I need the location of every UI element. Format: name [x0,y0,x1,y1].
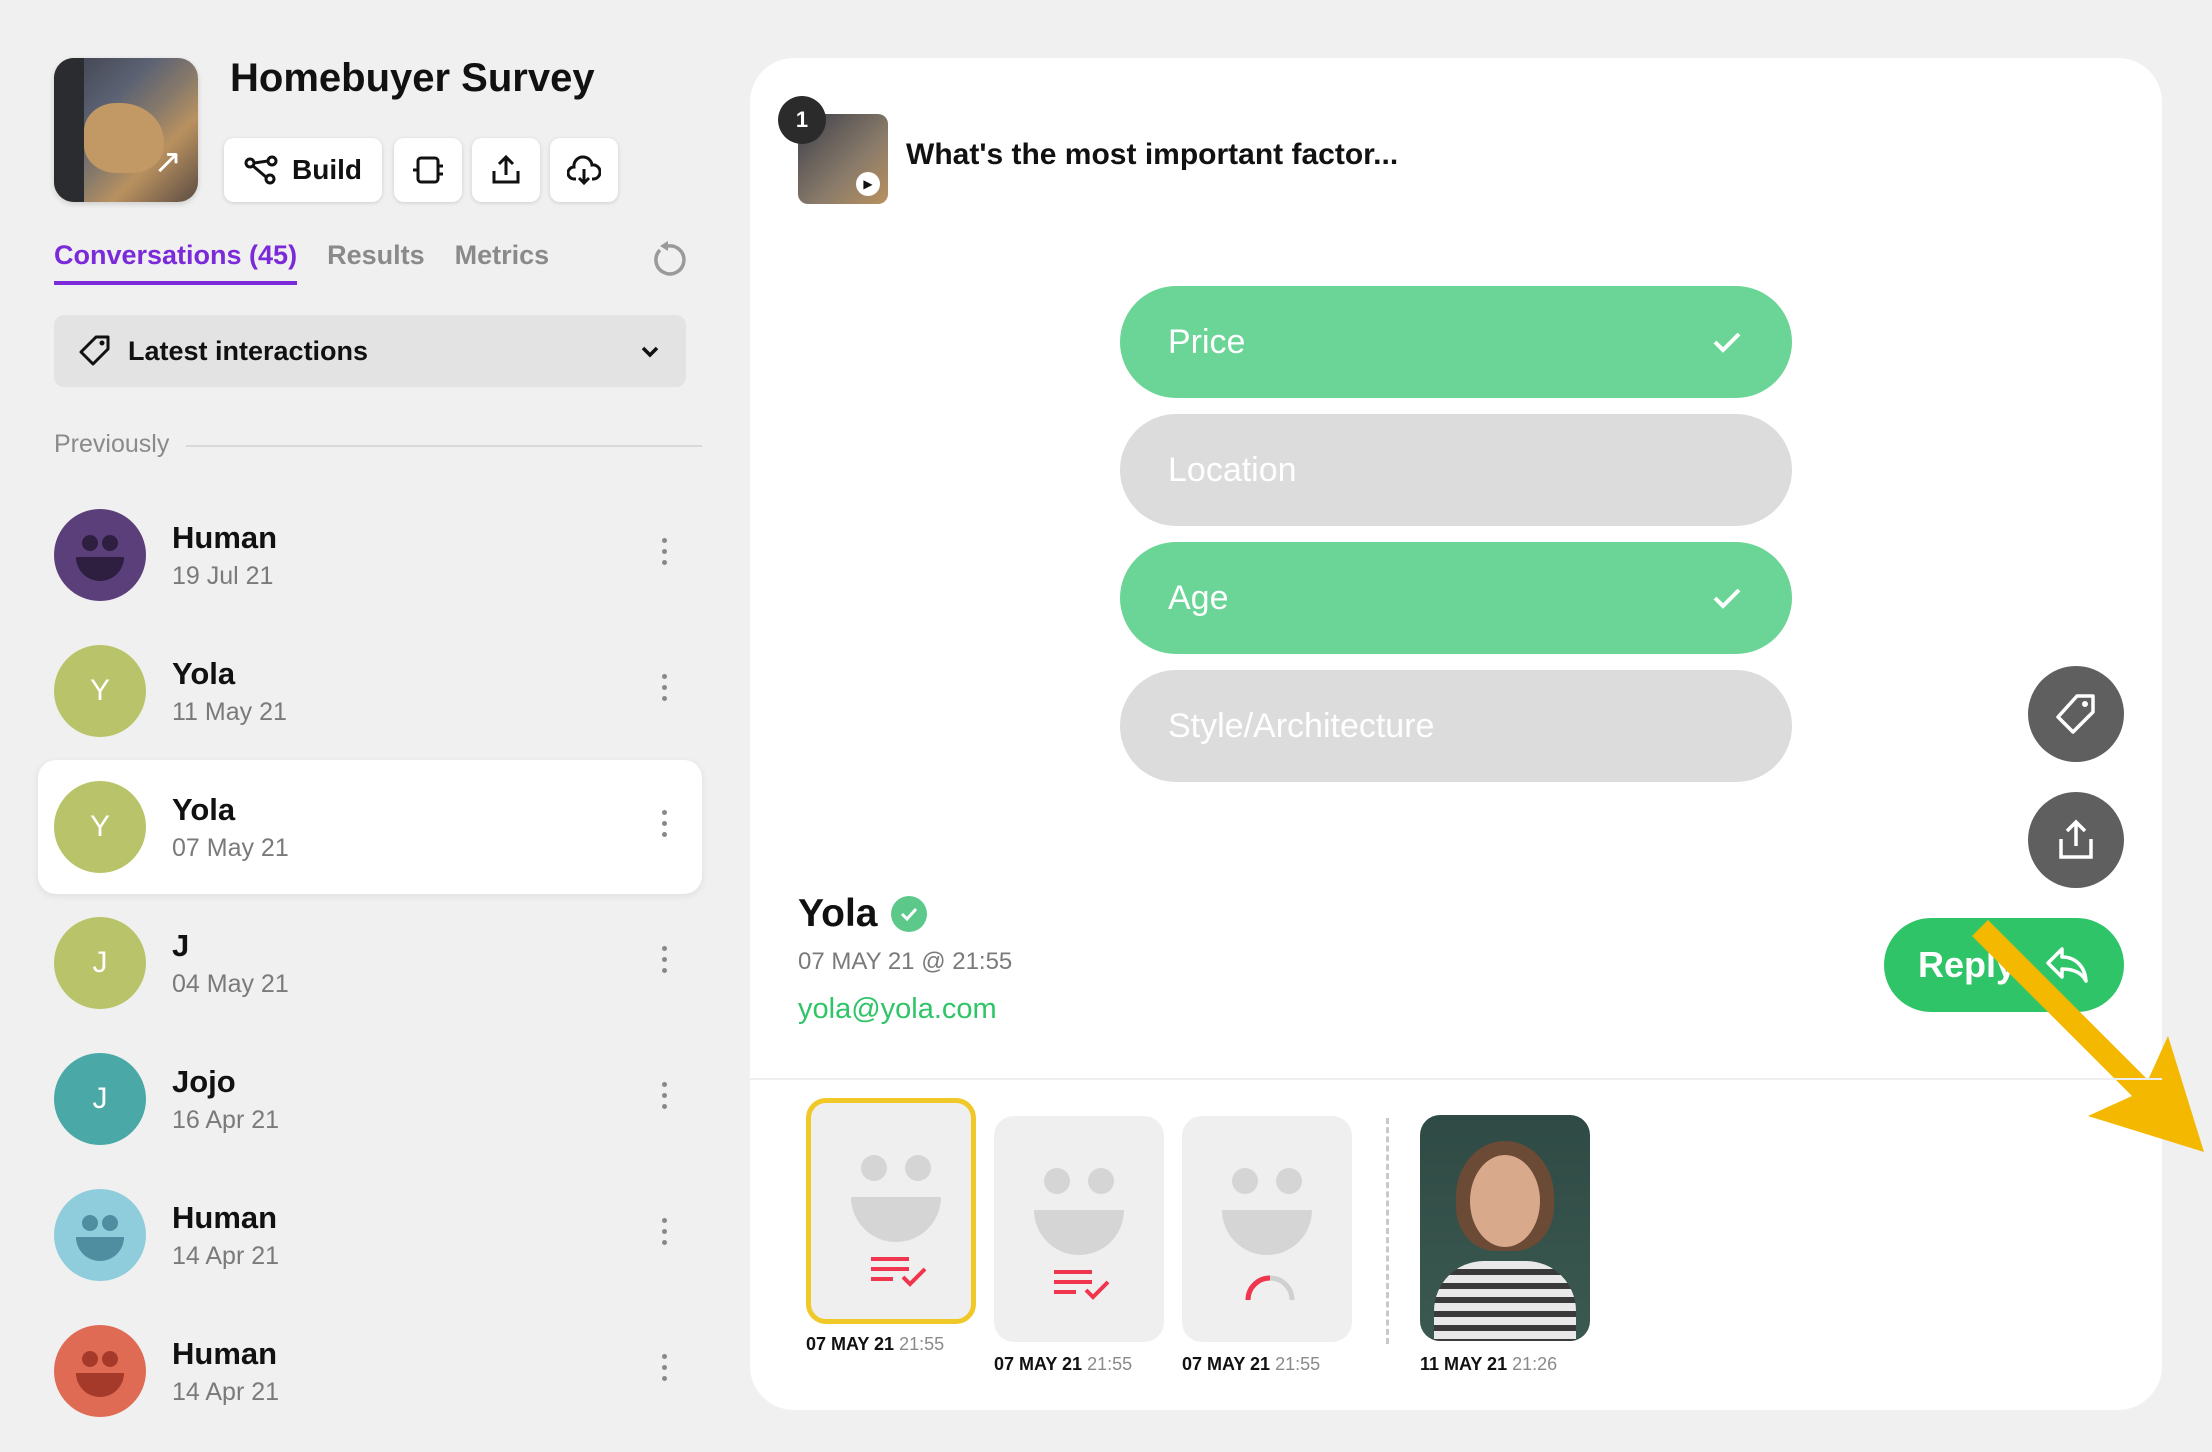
more-options-icon[interactable] [662,538,668,571]
tab-bar: Conversations (45) Results Metrics [54,240,549,285]
survey-title: Homebuyer Survey [230,56,595,100]
conversation-name: Human [172,519,278,555]
more-options-icon[interactable] [662,810,668,843]
conversation-item[interactable]: Human 14 Apr 21 [38,1304,702,1438]
response-tile-selected[interactable] [806,1098,976,1324]
tile-timestamp: 11 MAY 21 21:26 [1420,1354,1558,1374]
text-check-icon [871,1257,927,1287]
annotation-arrow-icon [1972,920,2204,1152]
conversation-name: J [172,927,190,963]
more-options-icon[interactable] [662,946,668,979]
respondent-datetime: 07 MAY 21 @ 21:55 [798,948,1013,975]
upload-icon [492,154,520,184]
timeline-separator [1386,1118,1389,1344]
respondent-email[interactable]: yola@yola.com [798,993,997,1026]
conversation-date: 14 Apr 21 [172,1241,280,1270]
check-icon [1713,588,1741,609]
tag-icon [2056,694,2095,734]
option-age: Age [1120,542,1792,654]
conversation-item[interactable]: J J 04 May 21 [38,896,702,1030]
tab-results[interactable]: Results [327,240,425,285]
conversation-item[interactable]: Y Yola 11 May 21 [38,624,702,758]
play-icon: ▶ [856,172,880,196]
response-tile[interactable] [1182,1116,1352,1342]
conversation-date: 04 May 21 [172,969,289,998]
conversation-item[interactable]: Human 19 Jul 21 [38,488,702,622]
avatar: Y [54,781,146,873]
conversation-name: Yola [172,655,236,691]
conversation-name: Human [172,1335,278,1371]
more-options-icon[interactable] [662,1082,668,1115]
section-label: Previously [54,430,170,458]
more-options-icon[interactable] [662,1354,668,1387]
question-number-badge: 1 [778,96,826,144]
filter-label: Latest interactions [128,335,369,366]
check-icon [1713,332,1741,353]
share-button[interactable] [472,138,540,202]
upload-icon [2059,819,2093,859]
avatar: J [54,1053,146,1145]
conversation-name: Yola [172,791,236,827]
question-text: What's the most important factor... [906,138,1399,171]
open-arrow-icon: ↗ [153,143,183,181]
tile-timestamp: 07 MAY 21 21:55 [806,1334,945,1354]
conversation-item-active[interactable]: Y Yola 07 May 21 [38,760,702,894]
tag-icon [79,335,110,366]
flow-icon [244,155,278,185]
embed-button[interactable] [394,138,462,202]
section-divider [186,445,702,447]
tile-timestamp: 07 MAY 21 21:55 [994,1354,1133,1374]
avatar [54,509,146,601]
download-button[interactable] [550,138,618,202]
option-location: Location [1120,414,1792,526]
more-options-icon[interactable] [662,674,668,707]
conversation-date: 19 Jul 21 [172,561,274,590]
response-tile[interactable] [994,1116,1164,1342]
option-label: Location [1168,450,1297,489]
filter-dropdown[interactable]: Latest interactions [54,315,686,387]
refresh-icon[interactable] [648,240,688,280]
conversation-date: 14 Apr 21 [172,1377,280,1406]
cloud-download-icon [567,155,601,186]
option-label: Price [1168,322,1246,361]
option-style-architecture: Style/Architecture [1120,670,1792,782]
video-response-tile[interactable] [1420,1115,1590,1341]
option-label: Age [1168,578,1229,617]
conversation-name: Human [172,1199,278,1235]
build-label: Build [292,154,362,185]
tab-conversations[interactable]: Conversations (45) [54,240,298,285]
conversation-item[interactable]: Human 14 Apr 21 [38,1168,702,1302]
option-price: Price [1120,286,1792,398]
verified-icon [891,896,928,932]
avatar [54,1189,146,1281]
tab-metrics[interactable]: Metrics [455,240,550,285]
more-options-icon[interactable] [662,1218,668,1251]
avatar [54,1325,146,1417]
text-check-icon [1054,1270,1110,1300]
respondent-name-row: Yola [798,892,928,936]
conversation-name: Jojo [172,1063,236,1099]
tile-timestamp: 07 MAY 21 21:55 [1182,1354,1321,1374]
build-button[interactable]: Build [224,138,382,202]
conversation-item[interactable]: J Jojo 16 Apr 21 [38,1032,702,1166]
conversation-detail-card: ▶ 1 What's the most important factor... … [750,58,2204,1410]
conversation-date: 11 May 21 [172,697,287,726]
chevron-down-icon [641,346,659,358]
survey-thumbnail[interactable]: ↗ [54,58,198,202]
share-response-button[interactable] [2028,792,2124,888]
option-label: Style/Architecture [1168,706,1435,745]
section-divider [750,1078,2162,1080]
tag-button[interactable] [2028,666,2124,762]
progress-arc-icon [1245,1275,1295,1301]
avatar: J [54,917,146,1009]
conversation-date: 16 Apr 21 [172,1105,280,1134]
respondent-name: Yola [798,892,878,935]
embed-icon [413,156,443,184]
avatar: Y [54,645,146,737]
conversation-date: 07 May 21 [172,833,289,862]
